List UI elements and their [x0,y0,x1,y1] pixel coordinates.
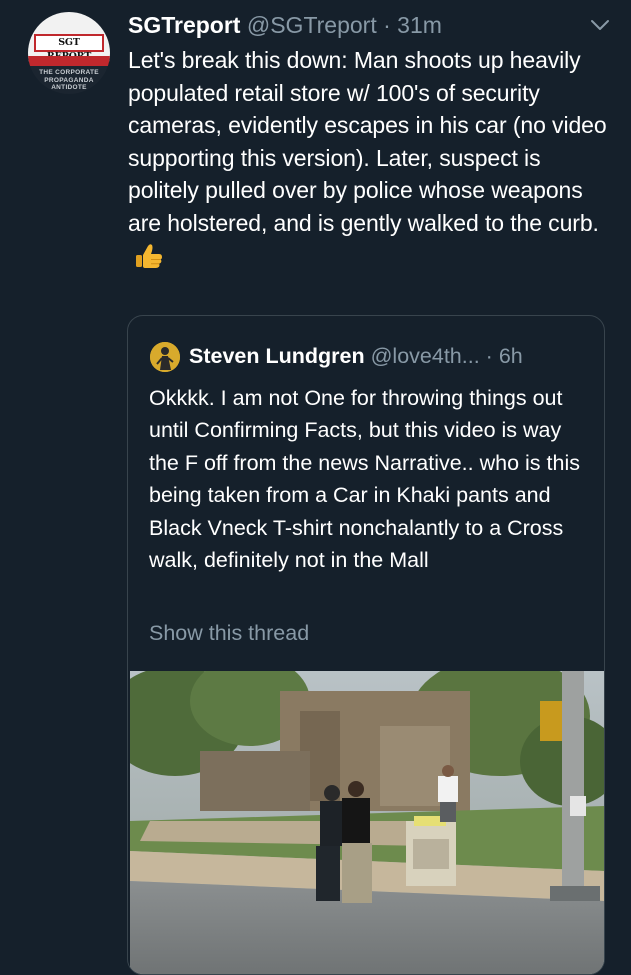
avatar-tagline-line: THE CORPORATE [39,69,99,76]
quote-avatar[interactable] [150,342,180,372]
avatar-tagline: THE CORPORATE PROPAGANDA ANTIDOTE [28,69,110,92]
tweet-header: SGTreport @SGTreport · 31m [128,10,578,40]
quote-avatar-image [150,342,180,372]
avatar-tagline-line: PROPAGANDA [44,76,94,84]
quote-header: Steven Lundgren @love4th... · 6h [189,339,604,373]
video-thumbnail[interactable] [130,671,604,974]
avatar-stripe [28,56,110,66]
tweet-text-body: Let's break this down: Man shoots up hea… [128,47,607,236]
quote-separator: · [485,344,493,368]
avatar-logo: SGT REPORT [34,34,104,62]
timestamp[interactable]: 31m [397,12,442,38]
tweet[interactable]: SGT REPORT THE CORPORATE PROPAGANDA ANTI… [0,0,631,975]
quoted-tweet[interactable]: Steven Lundgren @love4th... · 6h Okkkk. … [127,315,605,975]
thumbs-up-icon [136,243,162,268]
chevron-down-icon[interactable] [589,18,611,32]
quote-handle[interactable]: @love4th... [371,344,480,368]
video-frame [130,671,604,974]
quote-text: Okkkk. I am not One for throwing things … [149,386,580,573]
display-name[interactable]: SGTreport [128,12,240,38]
show-thread-link[interactable]: Show this thread [149,617,309,649]
avatar-tagline-line: ANTIDOTE [51,84,87,91]
separator: · [383,12,391,38]
quote-display-name[interactable]: Steven Lundgren [189,344,365,368]
tweet-text: Let's break this down: Man shoots up hea… [128,44,608,272]
handle[interactable]: @SGTreport [247,12,377,38]
quote-timestamp[interactable]: 6h [499,344,523,368]
avatar[interactable]: SGT REPORT THE CORPORATE PROPAGANDA ANTI… [28,12,110,94]
